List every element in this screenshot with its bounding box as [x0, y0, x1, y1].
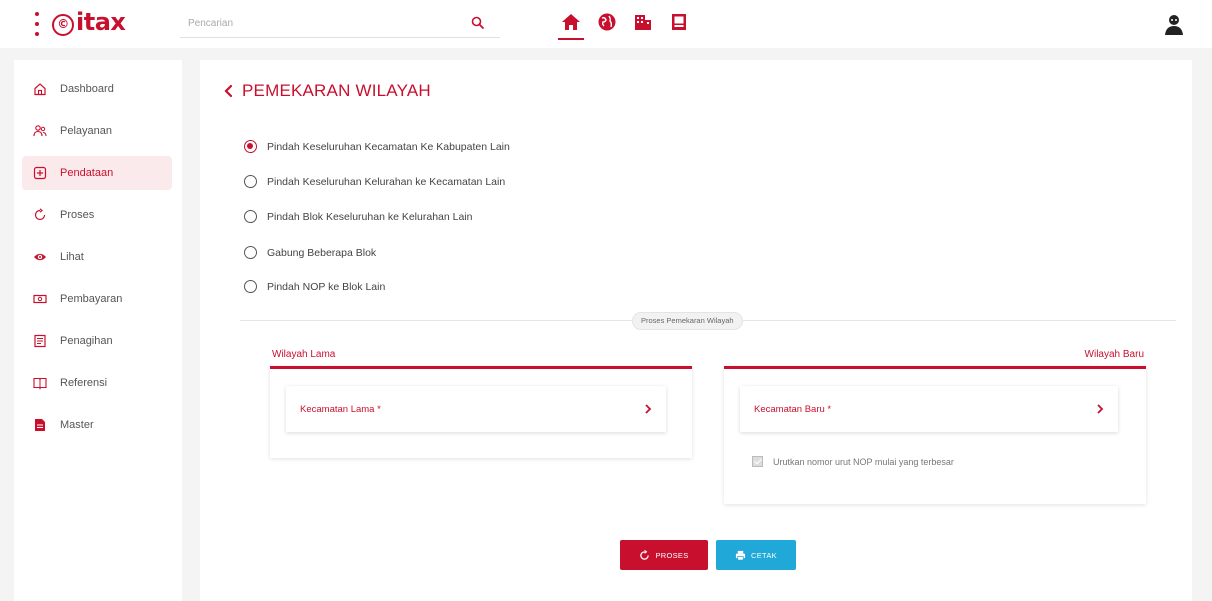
sidebar-item-lihat[interactable]: Lihat [22, 240, 172, 274]
radio-button[interactable] [244, 280, 257, 293]
top-bar: © itax [0, 0, 1212, 48]
selector-label: Kecamatan Lama * [300, 403, 381, 415]
sort-nop-checkbox-row[interactable]: Urutkan nomor urut NOP mulai yang terbes… [752, 456, 954, 467]
eye-icon [32, 249, 48, 265]
checkbox-label: Urutkan nomor urut NOP mulai yang terbes… [773, 456, 954, 467]
radio-label: Gabung Beberapa Blok [267, 246, 377, 259]
sidebar-item-pelayanan[interactable]: Pelayanan [22, 114, 172, 148]
sidebar-item-label: Pendataan [60, 167, 114, 179]
sidebar-item-label: Pelayanan [60, 125, 112, 137]
sidebar-item-master[interactable]: Master [22, 408, 172, 442]
search-icon[interactable] [470, 15, 486, 31]
top-nav [558, 10, 690, 40]
building-icon[interactable] [632, 10, 654, 34]
sidebar-item-label: Lihat [60, 251, 84, 263]
wilayah-lama-label: Wilayah Lama [272, 349, 336, 360]
selector-label: Kecamatan Baru * [754, 403, 832, 415]
radio-option-nop-ke-blok[interactable]: Pindah NOP ke Blok Lain [244, 280, 385, 293]
chevron-left-icon[interactable] [222, 84, 234, 98]
radio-label: Pindah Keseluruhan Kelurahan ke Kecamata… [267, 175, 506, 188]
sidebar-item-dashboard[interactable]: Dashboard [22, 72, 172, 106]
panel-accent-bar [270, 366, 692, 369]
wilayah-baru-label: Wilayah Baru [1084, 349, 1144, 360]
panel-accent-bar [724, 366, 1146, 369]
main-content: PEMEKARAN WILAYAH Pindah Keseluruhan Kec… [200, 60, 1192, 601]
refresh-icon [640, 549, 650, 560]
users-icon [32, 123, 48, 139]
user-avatar-icon[interactable] [1162, 12, 1186, 36]
radio-button[interactable] [244, 140, 257, 153]
book-icon [32, 375, 48, 391]
proses-button[interactable]: PROSES [620, 540, 708, 570]
home-icon[interactable] [558, 10, 584, 40]
radio-option-blok-ke-kelurahan[interactable]: Pindah Blok Keseluruhan ke Kelurahan Lai… [244, 210, 472, 223]
radio-option-gabung-blok[interactable]: Gabung Beberapa Blok [244, 246, 376, 259]
sidebar-item-pembayaran[interactable]: Pembayaran [22, 282, 172, 316]
money-icon [32, 291, 48, 307]
radio-label: Pindah Blok Keseluruhan ke Kelurahan Lai… [267, 210, 473, 223]
kecamatan-lama-selector[interactable]: Kecamatan Lama * [286, 386, 666, 432]
app-logo[interactable]: © itax [52, 8, 126, 36]
file-icon [32, 417, 48, 433]
document-icon[interactable] [668, 10, 690, 34]
search-box [180, 10, 500, 38]
globe-icon[interactable] [596, 10, 618, 34]
sidebar-item-pendataan[interactable]: Pendataan [22, 156, 172, 190]
printer-icon [735, 550, 746, 560]
sidebar-item-penagihan[interactable]: Penagihan [22, 324, 172, 358]
radio-label: Pindah NOP ke Blok Lain [267, 280, 386, 293]
radio-option-kecamatan-ke-kabupaten[interactable]: Pindah Keseluruhan Kecamatan Ke Kabupate… [244, 140, 510, 153]
sort-nop-checkbox[interactable] [752, 456, 763, 467]
radio-button[interactable] [244, 210, 257, 223]
search-input[interactable] [180, 10, 460, 36]
refresh-icon [32, 207, 48, 223]
sidebar-item-label: Referensi [60, 377, 108, 389]
invoice-icon [32, 333, 48, 349]
kecamatan-baru-selector[interactable]: Kecamatan Baru * [740, 386, 1118, 432]
radio-button[interactable] [244, 246, 257, 259]
sidebar-item-label: Master [60, 419, 94, 431]
sidebar-item-label: Penagihan [60, 335, 113, 347]
page-header: PEMEKARAN WILAYAH [222, 81, 431, 101]
radio-option-kelurahan-ke-kecamatan[interactable]: Pindah Keseluruhan Kelurahan ke Kecamata… [244, 175, 505, 188]
radio-label: Pindah Keseluruhan Kecamatan Ke Kabupate… [267, 140, 510, 153]
plus-square-icon [32, 165, 48, 181]
chevron-right-icon [1097, 404, 1104, 414]
menu-kebab-icon[interactable] [34, 12, 40, 36]
logo-text: itax [76, 8, 126, 36]
cetak-button[interactable]: CETAK [716, 540, 796, 570]
sidebar-item-proses[interactable]: Proses [22, 198, 172, 232]
button-label: CETAK [751, 550, 777, 560]
section-label: Proses Pemekaran Wilayah [632, 312, 743, 330]
sidebar-item-label: Dashboard [60, 83, 114, 95]
chevron-right-icon [645, 404, 652, 414]
page-title: PEMEKARAN WILAYAH [242, 81, 431, 100]
sidebar-item-label: Pembayaran [60, 293, 123, 305]
logo-mark: © [52, 14, 74, 36]
sidebar-item-referensi[interactable]: Referensi [22, 366, 172, 400]
radio-button[interactable] [244, 175, 257, 188]
sidebar-item-label: Proses [60, 209, 95, 221]
button-label: PROSES [655, 550, 689, 560]
home-outline-icon [32, 81, 48, 97]
sidebar: Dashboard Pelayanan Pendataan Proses Lih… [14, 60, 182, 601]
